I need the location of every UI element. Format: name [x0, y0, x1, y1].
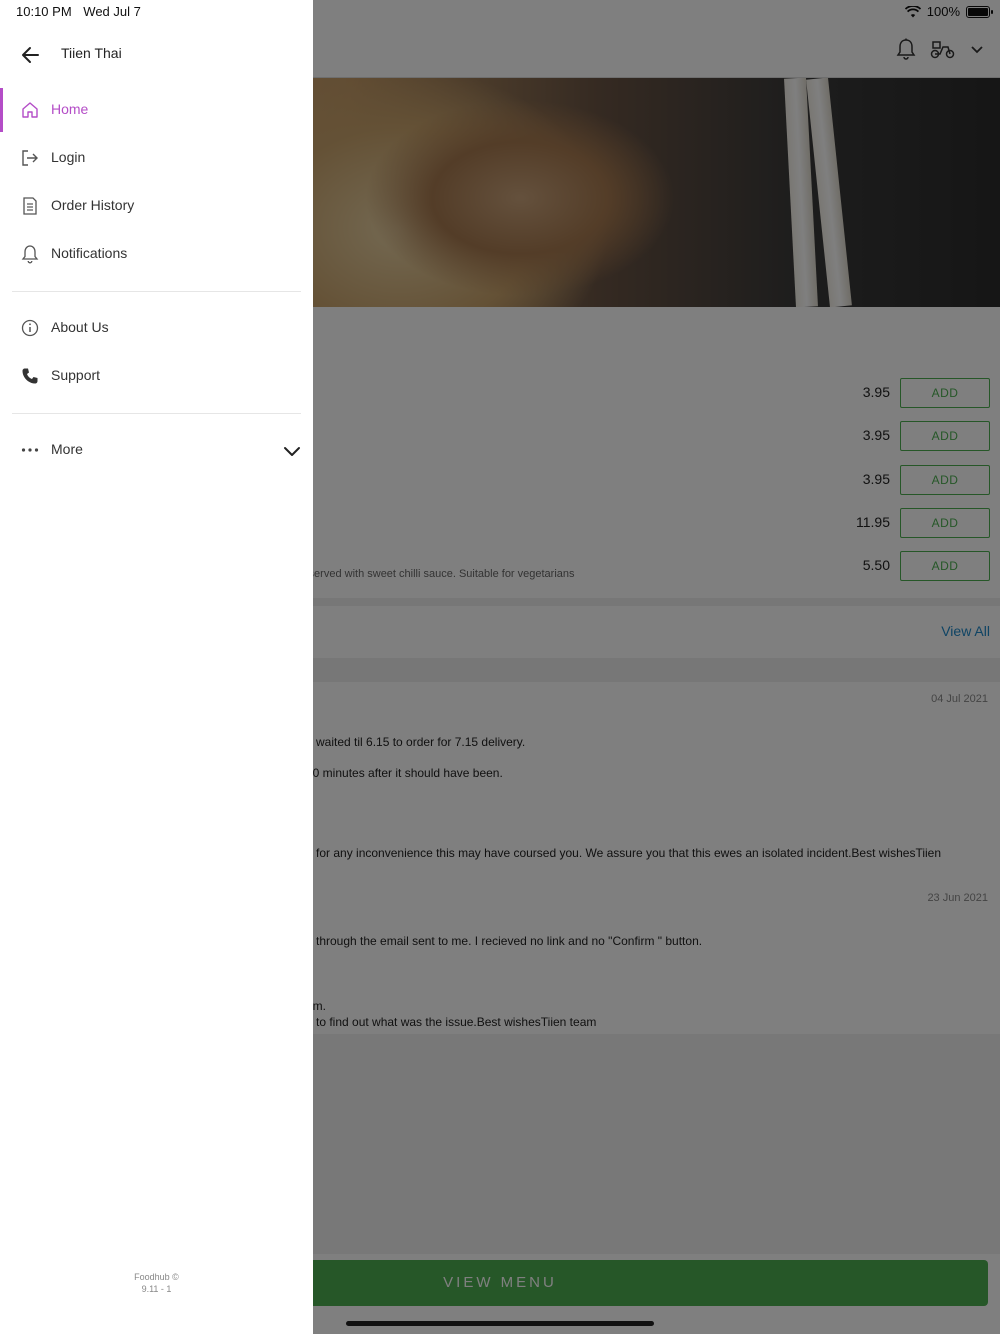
status-date: Wed Jul 7: [83, 4, 141, 19]
divider: [12, 413, 301, 414]
status-time-date: 10:10 PM Wed Jul 7: [16, 4, 149, 19]
divider: [12, 291, 301, 292]
nav-item-label: Support: [51, 367, 101, 383]
info-icon: [21, 319, 39, 337]
nav-item-login[interactable]: Login: [0, 136, 313, 180]
receipt-icon: [23, 197, 37, 215]
nav-item-notifications[interactable]: Notifications: [0, 232, 313, 276]
status-time: 10:10 PM: [16, 4, 72, 19]
login-icon: [22, 150, 38, 166]
nav-item-label: Login: [51, 149, 86, 165]
nav-item-order-history[interactable]: Order History: [0, 184, 313, 228]
side-drawer: 10:10 PM Wed Jul 7 Tiien Thai Home Login…: [0, 0, 313, 1334]
footer-version: 9.11 - 1: [141, 1284, 172, 1294]
app-footer: Foodhub © 9.11 - 1: [0, 1271, 313, 1295]
restaurant-name: Tiien Thai: [61, 45, 122, 61]
nav-item-label: Order History: [51, 197, 135, 213]
nav-item-support[interactable]: Support: [0, 354, 313, 398]
back-arrow-icon[interactable]: [18, 42, 44, 68]
nav-item-more[interactable]: More: [0, 428, 313, 472]
active-indicator: [0, 88, 3, 132]
phone-icon: [22, 368, 38, 384]
nav-item-home[interactable]: Home: [0, 88, 313, 132]
more-dots-icon: [21, 448, 39, 452]
nav-item-about-us[interactable]: About Us: [0, 306, 313, 350]
nav-item-label: More: [51, 441, 83, 457]
nav-item-label: About Us: [51, 319, 109, 335]
chevron-down-icon[interactable]: [283, 442, 301, 460]
home-icon: [22, 102, 38, 118]
home-indicator: [346, 1321, 654, 1326]
bell-icon: [21, 245, 39, 264]
drawer-header: Tiien Thai: [0, 30, 313, 78]
nav-item-label: Home: [51, 101, 89, 117]
footer-brand: Foodhub ©: [134, 1272, 179, 1282]
nav-item-label: Notifications: [51, 245, 128, 261]
